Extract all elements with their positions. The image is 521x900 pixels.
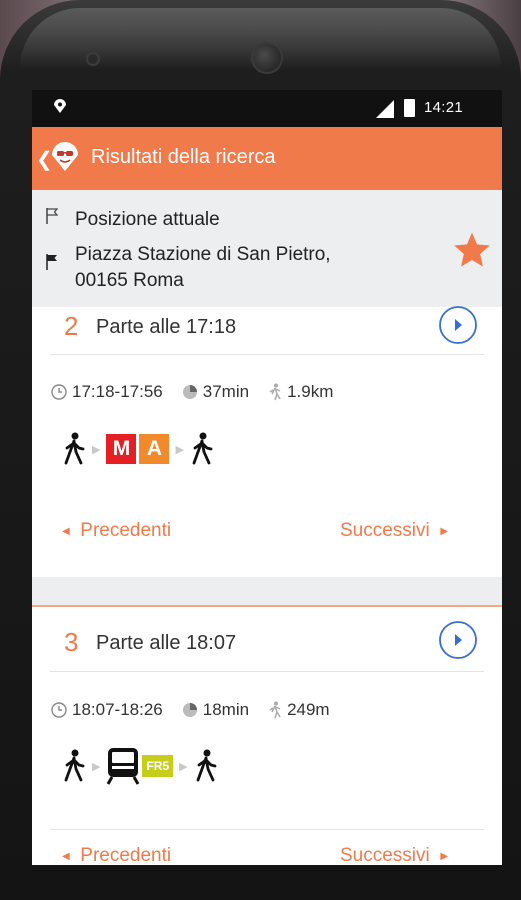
trip-summary: 17:18-17:56 37min 1.9km <box>50 382 333 402</box>
page-title: Risultati della ricerca <box>91 146 276 168</box>
route-header: Posizione attuale Piazza Stazione di San… <box>32 190 502 307</box>
trip-duration: 37min <box>202 382 250 401</box>
star-icon[interactable] <box>452 230 492 270</box>
leg-arrow-icon: ▶ <box>179 760 188 773</box>
status-time: 14:21 <box>424 99 464 116</box>
walk-distance: 249m <box>287 700 330 719</box>
clock-icon <box>51 384 67 400</box>
result-number: 3 <box>64 627 79 657</box>
walk-icon <box>64 749 85 782</box>
screen: 14:21 ❮ Risultati della ricerca Posizion… <box>32 90 502 865</box>
app-bar: ❮ Risultati della ricerca <box>32 127 502 190</box>
duration-icon <box>182 703 197 717</box>
metro-line-badge: M A <box>106 434 170 464</box>
metro-a-icon: A <box>139 434 170 464</box>
status-bar: 14:21 <box>32 90 502 127</box>
train-line-badge: FR5 <box>142 755 174 777</box>
walk-distance-icon <box>269 383 281 401</box>
chevron-right-icon: ▶ <box>440 850 449 862</box>
signal-icon <box>376 100 394 118</box>
walk-icon <box>196 749 217 782</box>
trip-time-range: 17:18-17:56 <box>72 382 163 401</box>
play-route-icon[interactable] <box>438 620 478 660</box>
phone-sensor <box>86 52 100 66</box>
next-button[interactable]: Successivi ▶ <box>340 845 448 865</box>
chevron-right-icon: ▶ <box>440 525 449 537</box>
destination-flag-icon <box>46 254 57 270</box>
departure-time: Parte alle 18:07 <box>96 632 237 654</box>
metro-m-icon: M <box>106 434 137 464</box>
trip-legs: ▶ FR5 ▶ <box>62 747 218 785</box>
walk-distance: 1.9km <box>287 382 334 401</box>
result-card[interactable]: 3 Parte alle 18:07 18:07-18:26 18min 249… <box>32 607 502 865</box>
leg-arrow-icon: ▶ <box>92 443 101 456</box>
previous-button[interactable]: ◀ Precedenti <box>62 845 171 865</box>
phone-camera <box>251 42 283 74</box>
notification-icon <box>54 99 66 113</box>
divider <box>50 354 484 355</box>
play-route-icon[interactable] <box>438 305 478 345</box>
trip-time-range: 18:07-18:26 <box>72 700 163 719</box>
divider <box>50 829 484 830</box>
next-button[interactable]: Successivi ▶ <box>340 520 448 542</box>
route-destination[interactable]: Piazza Stazione di San Pietro, 00165 Rom… <box>75 242 405 294</box>
route-destination-line1: Piazza Stazione di San Pietro, <box>75 244 331 265</box>
clock-icon <box>51 702 67 718</box>
battery-icon <box>404 99 415 117</box>
train-icon <box>107 748 140 785</box>
chevron-left-icon: ◀ <box>62 525 70 537</box>
result-card[interactable]: 2 Parte alle 17:18 17:18-17:56 37min 1.9… <box>32 305 502 577</box>
leg-arrow-icon: ▶ <box>92 760 101 773</box>
phone-frame: 14:21 ❮ Risultati della ricerca Posizion… <box>0 0 521 900</box>
card-separator <box>32 577 502 605</box>
start-flag-icon <box>46 208 58 224</box>
departure-time: Parte alle 17:18 <box>96 316 237 338</box>
route-origin[interactable]: Posizione attuale <box>75 209 220 231</box>
trip-legs: ▶ M A ▶ <box>62 432 214 466</box>
app-logo[interactable] <box>49 141 81 173</box>
previous-button[interactable]: ◀ Precedenti <box>62 520 171 542</box>
trip-summary: 18:07-18:26 18min 249m <box>50 700 330 720</box>
chevron-left-icon: ◀ <box>62 850 70 862</box>
trip-duration: 18min <box>202 700 250 719</box>
walk-icon <box>192 432 213 465</box>
leg-arrow-icon: ▶ <box>175 443 184 456</box>
route-destination-line2: 00165 Roma <box>75 270 184 291</box>
result-number: 2 <box>64 311 79 341</box>
walk-distance-icon <box>269 701 281 719</box>
walk-icon <box>64 432 85 465</box>
duration-icon <box>182 385 197 399</box>
divider <box>50 671 484 672</box>
